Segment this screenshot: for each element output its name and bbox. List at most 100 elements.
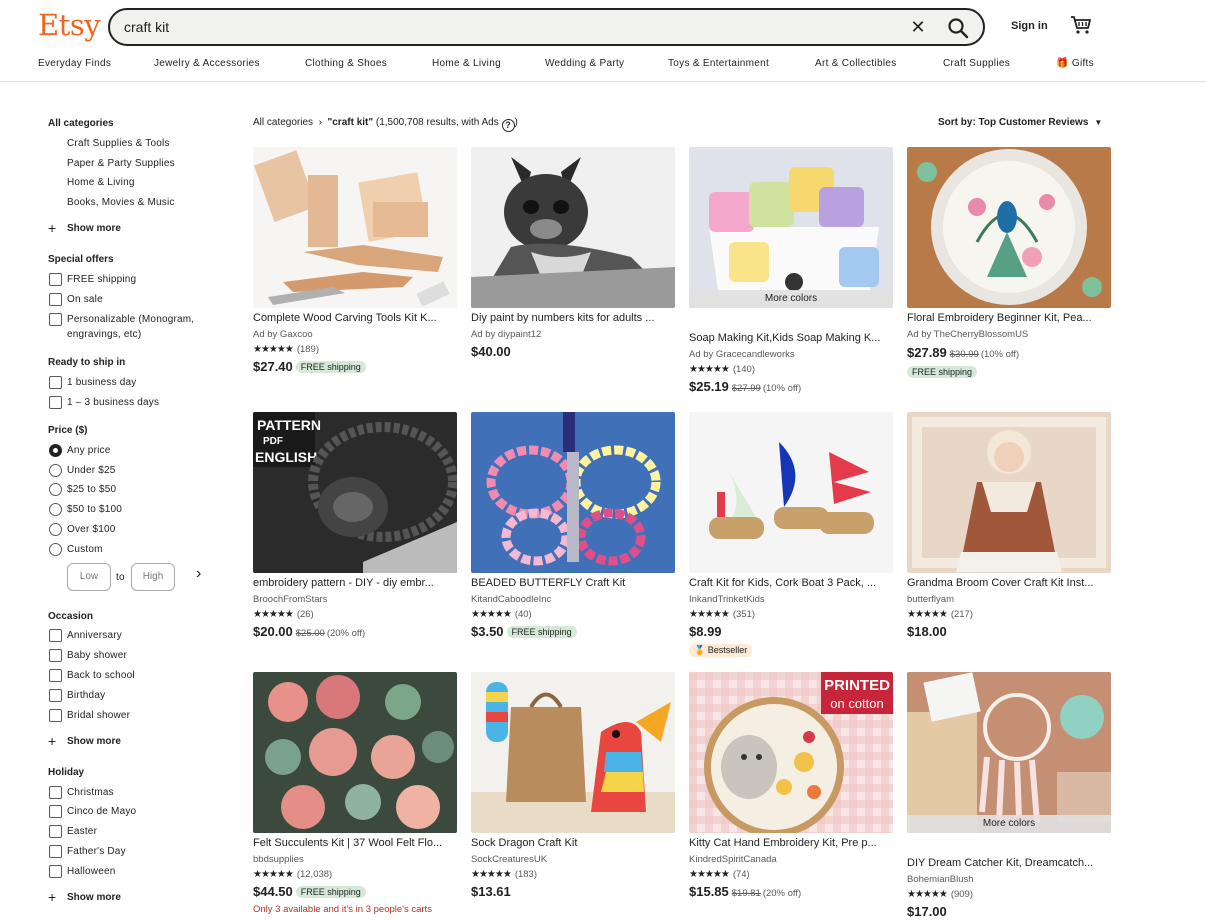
price-low-input[interactable]: Low bbox=[67, 563, 111, 591]
back-to-school-checkbox[interactable] bbox=[49, 669, 62, 682]
listing-title[interactable]: Grandma Broom Cover Craft Kit Inst... bbox=[907, 577, 1111, 589]
baby-shower-checkbox[interactable] bbox=[49, 649, 62, 662]
price-25-50-radio[interactable] bbox=[49, 483, 62, 496]
chevron-right-icon[interactable]: › bbox=[196, 565, 201, 583]
listing-image[interactable] bbox=[471, 147, 675, 308]
halloween-label: Halloween bbox=[67, 866, 116, 877]
star-rating-icon: ★★★★★ bbox=[907, 889, 948, 900]
breadcrumb-all-categories[interactable]: All categories bbox=[253, 117, 313, 128]
nav-item-jewelry[interactable]: Jewelry & Accessories bbox=[154, 58, 260, 69]
nav-item-gifts[interactable]: 🎁 Gifts bbox=[1056, 58, 1094, 69]
fathers-day-label: Father's Day bbox=[67, 846, 126, 857]
plus-icon: + bbox=[48, 220, 57, 236]
easter-checkbox[interactable] bbox=[49, 825, 62, 838]
nav-item-art[interactable]: Art & Collectibles bbox=[815, 58, 897, 69]
listing-shop[interactable]: KindredSpiritCanada bbox=[689, 854, 777, 865]
listing-price: $20.00 $25.00 (20% off) bbox=[253, 624, 365, 639]
halloween-checkbox[interactable] bbox=[49, 865, 62, 878]
show-more-categories-button[interactable]: Show more bbox=[67, 223, 121, 234]
sign-in-link[interactable]: Sign in bbox=[1011, 20, 1048, 32]
anniversary-checkbox[interactable] bbox=[49, 629, 62, 642]
price-value: $27.40 bbox=[253, 359, 293, 374]
listing-image[interactable] bbox=[471, 672, 675, 833]
listing-shop[interactable]: Ad by Gracecandleworks bbox=[689, 349, 795, 360]
listing-image[interactable]: More colors bbox=[907, 672, 1111, 833]
nav-item-wedding[interactable]: Wedding & Party bbox=[545, 58, 624, 69]
listing-title[interactable]: Felt Succulents Kit | 37 Wool Felt Flo..… bbox=[253, 837, 457, 849]
personalizable-checkbox[interactable] bbox=[49, 313, 62, 326]
listing-image[interactable]: More colors bbox=[689, 147, 893, 308]
price-value: $3.50 bbox=[471, 624, 504, 639]
listing-title[interactable]: embroidery pattern - DIY - diy embr... bbox=[253, 577, 457, 589]
original-price: $19.81 bbox=[731, 888, 761, 899]
listing-image[interactable] bbox=[907, 412, 1111, 573]
category-paper-party[interactable]: Paper & Party Supplies bbox=[67, 158, 175, 169]
listing-image[interactable] bbox=[907, 147, 1111, 308]
show-more-occasion-button[interactable]: Show more bbox=[67, 736, 121, 747]
search-icon[interactable] bbox=[946, 16, 970, 40]
bridal-shower-checkbox[interactable] bbox=[49, 709, 62, 722]
close-icon[interactable]: ✕ bbox=[908, 18, 928, 38]
listing-price: $27.89 $30.99 (10% off) bbox=[907, 345, 1019, 360]
listing-title[interactable]: Soap Making Kit,Kids Soap Making K... bbox=[689, 332, 893, 344]
category-books-movies[interactable]: Books, Movies & Music bbox=[67, 197, 175, 208]
listing-image[interactable] bbox=[253, 672, 457, 833]
listing-shop[interactable]: bbdsupplies bbox=[253, 854, 304, 865]
listing-image[interactable] bbox=[253, 147, 457, 308]
ship-1-day-checkbox[interactable] bbox=[49, 376, 62, 389]
listing-shop[interactable]: KitandCaboodleInc bbox=[471, 594, 551, 605]
show-more-holiday-button[interactable]: Show more bbox=[67, 892, 121, 903]
nav-item-craft-supplies[interactable]: Craft Supplies bbox=[943, 58, 1010, 69]
bestseller-icon: 🏅 bbox=[694, 645, 706, 655]
birthday-checkbox[interactable] bbox=[49, 689, 62, 702]
nav-item-toys[interactable]: Toys & Entertainment bbox=[668, 58, 769, 69]
price-any-radio[interactable] bbox=[49, 444, 62, 457]
result-count: (1,500,708 results, with Ads bbox=[375, 117, 499, 128]
nav-item-everyday-finds[interactable]: Everyday Finds bbox=[38, 58, 111, 69]
ship-1-3-days-checkbox[interactable] bbox=[49, 396, 62, 409]
sort-dropdown[interactable]: Sort by: Top Customer Reviews ▼ bbox=[938, 117, 1102, 128]
category-craft-supplies[interactable]: Craft Supplies & Tools bbox=[67, 138, 170, 149]
listing-image[interactable]: PRINTED on cotton bbox=[689, 672, 893, 833]
review-count: (217) bbox=[950, 609, 974, 620]
cart-icon[interactable] bbox=[1070, 15, 1092, 35]
christmas-checkbox[interactable] bbox=[49, 786, 62, 799]
on-sale-checkbox[interactable] bbox=[49, 293, 62, 306]
listing-shop[interactable]: Ad by Gaxcoo bbox=[253, 329, 313, 340]
listing-title[interactable]: Craft Kit for Kids, Cork Boat 3 Pack, ..… bbox=[689, 577, 893, 589]
listing-shop[interactable]: InkandTrinketKids bbox=[689, 594, 765, 605]
price-custom-radio[interactable] bbox=[49, 543, 62, 556]
listing-shop[interactable]: Ad by diypaint12 bbox=[471, 329, 541, 340]
listing-shop[interactable]: Ad by TheCherryBlossomUS bbox=[907, 329, 1028, 340]
listing-title[interactable]: Floral Embroidery Beginner Kit, Pea... bbox=[907, 312, 1111, 324]
cinco-de-mayo-checkbox[interactable] bbox=[49, 805, 62, 818]
listing-image[interactable] bbox=[471, 412, 675, 573]
free-shipping-checkbox[interactable] bbox=[49, 273, 62, 286]
listing-image[interactable]: PATTERN PDF ENGLISH bbox=[253, 412, 457, 573]
listing-shop[interactable]: SockCreaturesUK bbox=[471, 854, 547, 865]
listing-shop[interactable]: BroochFromStars bbox=[253, 594, 327, 605]
listing-title[interactable]: Complete Wood Carving Tools Kit K... bbox=[253, 312, 457, 324]
help-icon[interactable]: ? bbox=[501, 119, 515, 132]
etsy-logo[interactable]: Etsy bbox=[38, 8, 101, 42]
price-under-25-radio[interactable] bbox=[49, 464, 62, 477]
english-image-text: ENGLISH bbox=[255, 449, 317, 465]
listing-shop[interactable]: BohemianBlush bbox=[907, 874, 974, 885]
listing-title[interactable]: Sock Dragon Craft Kit bbox=[471, 837, 675, 849]
listing-title[interactable]: Kitty Cat Hand Embroidery Kit, Pre p... bbox=[689, 837, 893, 849]
price-50-100-radio[interactable] bbox=[49, 503, 62, 516]
listing-shop[interactable]: butterflyam bbox=[907, 594, 954, 605]
search-input[interactable] bbox=[124, 18, 884, 36]
listing-title[interactable]: BEADED BUTTERFLY Craft Kit bbox=[471, 577, 675, 589]
all-categories-heading[interactable]: All categories bbox=[48, 118, 114, 129]
bridal-shower-label: Bridal shower bbox=[67, 710, 131, 721]
nav-item-clothing[interactable]: Clothing & Shoes bbox=[305, 58, 387, 69]
fathers-day-checkbox[interactable] bbox=[49, 845, 62, 858]
price-high-input[interactable]: High bbox=[131, 563, 175, 591]
category-home-living[interactable]: Home & Living bbox=[67, 177, 135, 188]
listing-title[interactable]: DIY Dream Catcher Kit, Dreamcatch... bbox=[907, 857, 1111, 869]
listing-image[interactable] bbox=[689, 412, 893, 573]
listing-title[interactable]: Diy paint by numbers kits for adults ... bbox=[471, 312, 675, 324]
price-over-100-radio[interactable] bbox=[49, 523, 62, 536]
nav-item-home-living[interactable]: Home & Living bbox=[432, 58, 501, 69]
